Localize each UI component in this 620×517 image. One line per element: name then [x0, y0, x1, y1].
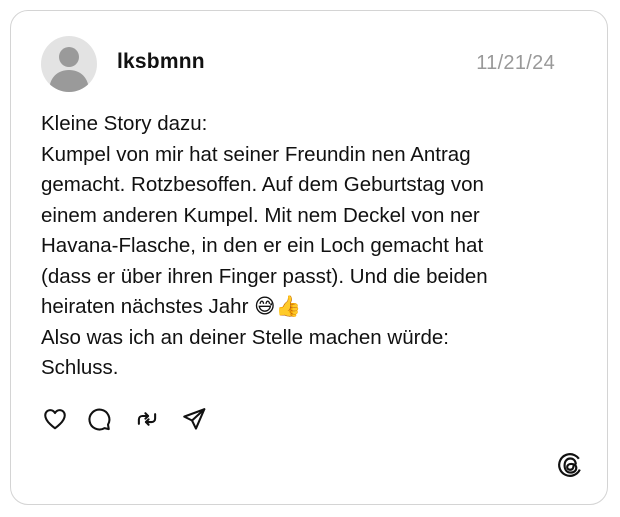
username[interactable]: lksbmnn [117, 50, 205, 74]
post-text-line: einem anderen Kumpel. Mit nem Deckel von… [41, 203, 480, 227]
post-card: lksbmnn 11/21/24 Kleine Story dazu: Kump… [10, 10, 608, 505]
share-button[interactable] [180, 405, 208, 433]
avatar[interactable] [41, 36, 97, 92]
post-text-line: Kleine Story dazu: [41, 112, 208, 135]
post-date: 11/21/24 [476, 52, 555, 74]
post-text: Kleine Story dazu: Kumpel von mir hat se… [41, 109, 581, 384]
post-text-line: gemacht. Rotzbesoffen. Auf dem Geburtsta… [41, 173, 484, 196]
repost-icon [137, 412, 157, 426]
post-text-line: (dass er über ihren Finger passt). Und d… [41, 264, 488, 288]
threads-logo-icon[interactable] [557, 452, 583, 478]
post-text-line: heiraten nächstes Jahr 😅👍 [41, 295, 301, 318]
post-text-line: Kumpel von mir hat seiner Freundin nen A… [41, 142, 471, 166]
comment-button[interactable] [85, 405, 113, 433]
heart-icon [44, 409, 66, 430]
share-icon [183, 408, 206, 430]
post-text-line: Havana-Flasche, in den er ein Loch gemac… [41, 234, 484, 257]
repost-button[interactable] [133, 405, 161, 433]
comment-icon [88, 408, 111, 431]
like-button[interactable] [41, 405, 69, 433]
default-avatar-icon [49, 47, 89, 92]
post-text-line: Also was ich an deiner Stelle machen wür… [41, 325, 449, 349]
post-text-line: Schluss. [41, 356, 119, 379]
